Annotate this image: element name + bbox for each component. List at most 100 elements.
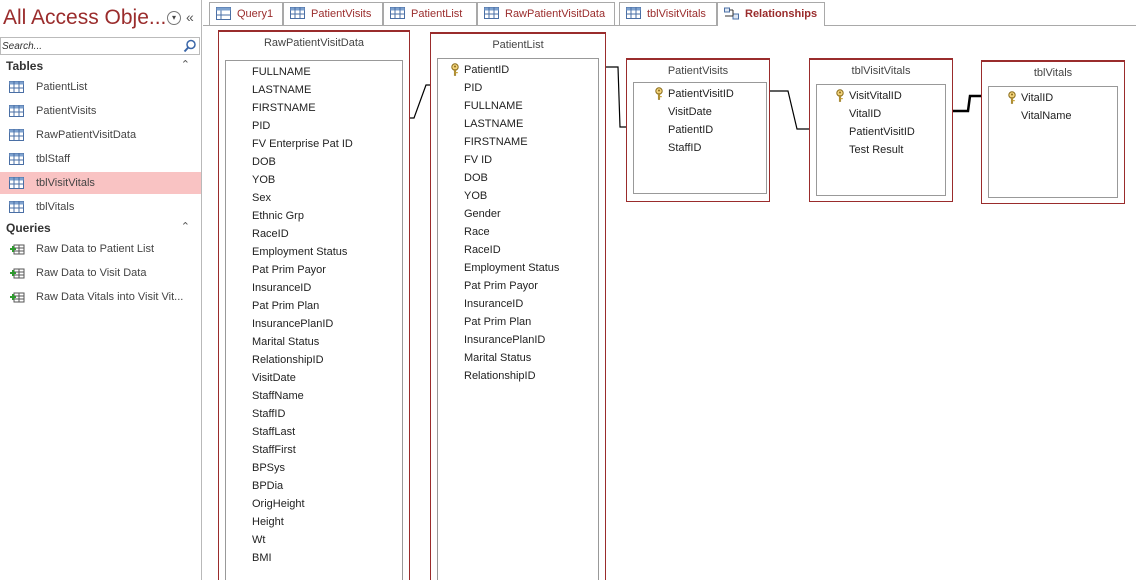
field-item[interactable]: LASTNAME bbox=[226, 81, 402, 99]
field-item[interactable]: Marital Status bbox=[438, 349, 598, 367]
table-window-patientlist[interactable]: PatientList PatientID PID FULLNAME LASTNAME F… bbox=[430, 32, 606, 580]
field-item[interactable]: Ethnic Grp bbox=[226, 207, 402, 225]
table-window-patientvisits[interactable]: PatientVisits PatientVisitID VisitDate Pati… bbox=[626, 58, 770, 202]
field-list[interactable]: FULLNAME LASTNAME FIRSTNAME PID FV Enterpris… bbox=[225, 60, 403, 580]
field-item[interactable]: PatientVisitID bbox=[817, 123, 945, 141]
field-item[interactable]: Pat Prim Plan bbox=[226, 297, 402, 315]
field-item[interactable]: Race bbox=[438, 223, 598, 241]
field-list[interactable]: VisitVitalID VitalID PatientVisitID Test Re… bbox=[816, 84, 946, 196]
field-item[interactable]: PID bbox=[226, 117, 402, 135]
search-icon[interactable] bbox=[182, 38, 198, 54]
table-window-title[interactable]: PatientList bbox=[431, 39, 605, 51]
tab-query1[interactable]: Query1 bbox=[209, 2, 283, 25]
field-item[interactable]: InsuranceID bbox=[226, 279, 402, 297]
field-item[interactable]: RelationshipID bbox=[438, 367, 598, 385]
table-window-title[interactable]: tblVisitVitals bbox=[810, 65, 952, 77]
field-item[interactable]: RaceID bbox=[438, 241, 598, 259]
field-item[interactable]: StaffID bbox=[226, 405, 402, 423]
field-item[interactable]: DOB bbox=[226, 153, 402, 171]
field-item[interactable]: PatientVisitID bbox=[634, 85, 766, 103]
field-list[interactable]: PatientID PID FULLNAME LASTNAME FIRSTNAME FV … bbox=[437, 58, 599, 580]
relationships-canvas[interactable]: RawPatientVisitData FULLNAME LASTNAME FIRST… bbox=[208, 26, 1136, 580]
table-window-title[interactable]: tblVitals bbox=[982, 67, 1124, 79]
field-name: Employment Status bbox=[464, 262, 560, 274]
tab-rawpatientvisitdata[interactable]: RawPatientVisitData bbox=[477, 2, 615, 25]
nav-header[interactable]: All Access Obje... ▾ « bbox=[0, 0, 202, 36]
field-item[interactable]: OrigHeight bbox=[226, 495, 402, 513]
search-input[interactable] bbox=[2, 39, 180, 53]
table-window-title[interactable]: PatientVisits bbox=[627, 65, 769, 77]
field-item[interactable]: StaffLast bbox=[226, 423, 402, 441]
nav-query-item[interactable]: Raw Data to Patient List bbox=[0, 238, 201, 260]
field-item[interactable]: Employment Status bbox=[226, 243, 402, 261]
field-item[interactable]: FIRSTNAME bbox=[226, 99, 402, 117]
field-item[interactable]: Marital Status bbox=[226, 333, 402, 351]
field-item[interactable]: Height bbox=[226, 513, 402, 531]
field-item[interactable]: FULLNAME bbox=[226, 63, 402, 81]
group-header-tables[interactable]: Tables ⌃ bbox=[0, 56, 200, 76]
field-item[interactable]: PID bbox=[438, 79, 598, 97]
search-box[interactable] bbox=[0, 37, 200, 55]
field-item[interactable]: Wt bbox=[226, 531, 402, 549]
nav-query-item[interactable]: Raw Data to Visit Data bbox=[0, 262, 201, 284]
field-item[interactable]: VitalID bbox=[989, 89, 1117, 107]
field-item[interactable]: YOB bbox=[226, 171, 402, 189]
nav-table-item[interactable]: tblVisitVitals bbox=[0, 172, 201, 194]
nav-table-item[interactable]: tblStaff bbox=[0, 148, 201, 170]
field-list[interactable]: PatientVisitID VisitDate PatientID StaffID bbox=[633, 82, 767, 194]
table-window-tblvitals[interactable]: tblVitals VitalID VitalName bbox=[981, 60, 1125, 204]
field-item[interactable]: Sex bbox=[226, 189, 402, 207]
collapse-up-icon[interactable]: ⌃ bbox=[181, 220, 190, 233]
field-item[interactable]: RelationshipID bbox=[226, 351, 402, 369]
field-item[interactable]: FULLNAME bbox=[438, 97, 598, 115]
field-item[interactable]: Gender bbox=[438, 205, 598, 223]
group-header-queries[interactable]: Queries ⌃ bbox=[0, 218, 200, 238]
tab-relationships[interactable]: Relationships bbox=[717, 2, 825, 27]
field-item[interactable]: RaceID bbox=[226, 225, 402, 243]
field-item[interactable]: InsurancePlanID bbox=[438, 331, 598, 349]
field-item[interactable]: StaffID bbox=[634, 139, 766, 157]
field-item[interactable]: PatientID bbox=[438, 61, 598, 79]
tab-patientvisits[interactable]: PatientVisits bbox=[283, 2, 383, 25]
field-item[interactable]: Pat Prim Payor bbox=[226, 261, 402, 279]
field-item[interactable]: InsuranceID bbox=[438, 295, 598, 313]
nav-table-item[interactable]: PatientVisits bbox=[0, 100, 201, 122]
table-window-title[interactable]: RawPatientVisitData bbox=[219, 37, 409, 49]
field-item[interactable]: VitalID bbox=[817, 105, 945, 123]
tab-patientlist[interactable]: PatientList bbox=[383, 2, 477, 25]
nav-table-item[interactable]: tblVitals bbox=[0, 196, 201, 218]
field-item[interactable]: BMI bbox=[226, 549, 402, 567]
table-window-raw[interactable]: RawPatientVisitData FULLNAME LASTNAME FIRST… bbox=[218, 30, 410, 580]
table-window-tblvisitvitals[interactable]: tblVisitVitals VisitVitalID VitalID Patient… bbox=[809, 58, 953, 202]
nav-dropdown-icon[interactable]: ▾ bbox=[167, 11, 181, 25]
field-item[interactable]: BPSys bbox=[226, 459, 402, 477]
field-item[interactable]: FV Enterprise Pat ID bbox=[226, 135, 402, 153]
tab-tblvisitvitals[interactable]: tblVisitVitals bbox=[619, 2, 717, 25]
field-item[interactable]: InsurancePlanID bbox=[226, 315, 402, 333]
nav-query-item[interactable]: Raw Data Vitals into Visit Vit... bbox=[0, 286, 201, 308]
field-item[interactable]: VisitDate bbox=[634, 103, 766, 121]
field-item[interactable]: Test Result bbox=[817, 141, 945, 159]
field-item[interactable]: LASTNAME bbox=[438, 115, 598, 133]
field-item[interactable]: StaffFirst bbox=[226, 441, 402, 459]
field-item[interactable]: FV ID bbox=[438, 151, 598, 169]
field-list[interactable]: VitalID VitalName bbox=[988, 86, 1118, 198]
field-item[interactable]: StaffName bbox=[226, 387, 402, 405]
field-item[interactable]: Employment Status bbox=[438, 259, 598, 277]
nav-title[interactable]: All Access Obje... bbox=[3, 6, 166, 30]
collapse-up-icon[interactable]: ⌃ bbox=[181, 58, 190, 71]
field-item[interactable]: VisitDate bbox=[226, 369, 402, 387]
nav-table-item[interactable]: RawPatientVisitData bbox=[0, 124, 201, 146]
field-item[interactable]: DOB bbox=[438, 169, 598, 187]
field-item[interactable]: VitalName bbox=[989, 107, 1117, 125]
field-item[interactable]: BPDia bbox=[226, 477, 402, 495]
shutter-bar-close-icon[interactable]: « bbox=[186, 9, 194, 25]
field-item[interactable]: YOB bbox=[438, 187, 598, 205]
field-item[interactable]: PatientID bbox=[634, 121, 766, 139]
field-item[interactable]: FIRSTNAME bbox=[438, 133, 598, 151]
nav-table-item[interactable]: PatientList bbox=[0, 76, 201, 98]
field-item[interactable]: Pat Prim Payor bbox=[438, 277, 598, 295]
field-name: InsuranceID bbox=[464, 298, 524, 310]
field-item[interactable]: VisitVitalID bbox=[817, 87, 945, 105]
field-item[interactable]: Pat Prim Plan bbox=[438, 313, 598, 331]
